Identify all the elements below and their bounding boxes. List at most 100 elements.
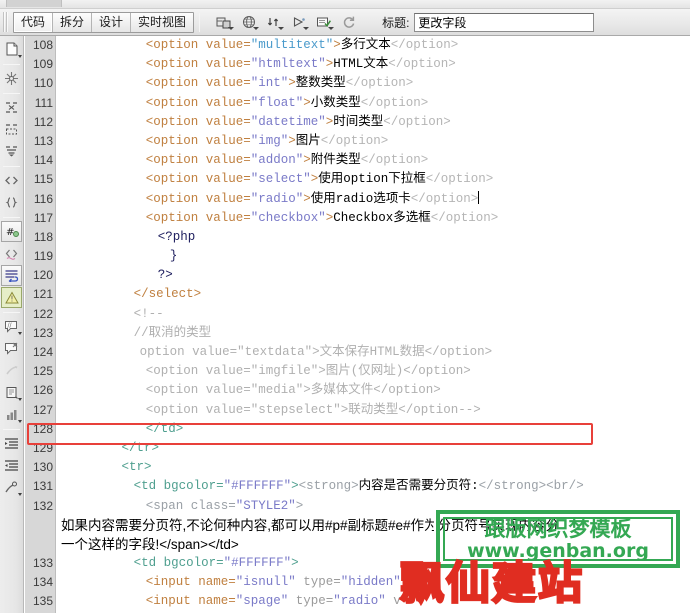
svg-text:!: ! (10, 294, 13, 303)
collapse-selection-icon[interactable] (1, 119, 22, 140)
code-line[interactable]: 130 <tr> (25, 458, 690, 477)
tab-live-view[interactable]: 实时视图 (131, 13, 193, 32)
code-line-content: //取消的类型 (133, 325, 212, 340)
open-documents-icon[interactable] (1, 39, 22, 60)
inspect-icon[interactable] (263, 12, 285, 33)
apply-comment-icon[interactable]: // (1, 316, 22, 337)
code-line[interactable]: 117 <option value="checkbox">Checkbox多选框<… (25, 209, 690, 228)
line-number: 123 (32, 325, 53, 340)
code-line[interactable]: 一个这样的字段!</span></td> (25, 535, 690, 554)
code-line[interactable]: 如果内容需要分页符,不论何种内容,都可以用#p#副标题#e#作为分页符号实现内容… (25, 516, 690, 535)
code-line[interactable]: 131 <td bgcolor="#FFFFFF"><strong>内容是否需要分… (25, 477, 690, 496)
code-line[interactable]: 122 <!-- (25, 305, 690, 324)
line-number: 118 (33, 229, 53, 244)
line-numbers-icon[interactable]: # (1, 221, 22, 242)
code-line[interactable]: 128 </td> (25, 420, 690, 439)
chevron-down-icon (253, 26, 260, 30)
outdent-code-icon[interactable] (1, 455, 22, 476)
code-line-content: <option value="radio">使用radio选项卡</option… (145, 190, 480, 206)
line-number: 129 (32, 440, 53, 455)
code-line[interactable]: 108 <option value="multitext">多行文本</optio… (25, 36, 690, 55)
code-line[interactable]: 111 <option value="float">小数类型</option> (25, 94, 690, 113)
highlight-invalid-code-icon[interactable] (1, 243, 22, 264)
line-number: 115 (33, 172, 53, 187)
line-number: 130 (32, 460, 53, 475)
code-line[interactable]: 126 <option value="media">多媒体文件</option> (25, 381, 690, 400)
code-line[interactable]: 124 option value="textdata">文本保存HTML数据</o… (25, 343, 690, 362)
tab-split[interactable]: 拆分 (53, 12, 93, 32)
chevron-down-icon (303, 26, 310, 30)
code-line[interactable]: 129 </tr> (25, 439, 690, 458)
toolbar-icon-group (213, 12, 360, 33)
validate-icon[interactable] (313, 12, 335, 33)
code-line-content: <option value="imgfile">图片(仅网址)</option> (145, 364, 471, 379)
code-line[interactable]: 123 //取消的类型 (25, 324, 690, 343)
recent-snippets-icon[interactable] (1, 382, 22, 403)
expand-all-icon[interactable] (1, 141, 22, 162)
browser-preview-icon[interactable] (238, 12, 260, 33)
select-parent-tag-icon[interactable] (1, 170, 22, 191)
balance-braces-icon[interactable] (1, 192, 22, 213)
line-number: 114 (33, 153, 53, 168)
chevron-down-icon (228, 26, 235, 30)
code-line-content: <option value="datetime">时间类型</option> (145, 114, 451, 129)
wrap-tag-icon[interactable] (1, 360, 22, 381)
word-wrap-icon[interactable] (1, 265, 22, 286)
page-title-label: 标题: (382, 15, 410, 30)
code-line[interactable]: 125 <option value="imgfile">图片(仅网址)</opti… (25, 362, 690, 381)
code-line[interactable]: 120 ?> (25, 266, 690, 285)
toolbar-separator (199, 12, 201, 32)
code-line-content: </tr> (121, 440, 160, 455)
code-line-content: <option value="img">图片</option> (145, 133, 389, 148)
code-line-content: <option value="media">多媒体文件</option> (145, 383, 441, 398)
code-line-content: <option value="checkbox">Checkbox多选框</op… (145, 210, 499, 225)
collapse-full-tag-icon[interactable] (1, 97, 22, 118)
document-tab[interactable] (6, 0, 62, 7)
live-code-icon[interactable] (213, 12, 235, 33)
line-number: 109 (32, 57, 53, 72)
code-line[interactable]: 114 <option value="addon">附件类型</option> (25, 151, 690, 170)
snippets-icon[interactable] (1, 68, 22, 89)
code-line[interactable]: 135 <input name="spage" type="radio" v (25, 592, 690, 611)
tab-code[interactable]: 代码 (14, 12, 54, 32)
line-number: 121 (32, 287, 53, 302)
move-to-top-icon[interactable] (1, 404, 22, 425)
code-line[interactable]: 121 </select> (25, 285, 690, 304)
code-line[interactable]: 127 <option value="stepselect">联动类型</opti… (25, 401, 690, 420)
toolbar-drag-grip[interactable] (2, 12, 9, 32)
line-number: 120 (32, 268, 53, 283)
code-line[interactable]: 115 <option value="select">使用option下拉框</o… (25, 170, 690, 189)
line-number: 134 (32, 575, 53, 590)
format-source-code-icon[interactable] (1, 477, 22, 498)
live-view-options-icon[interactable] (288, 12, 310, 33)
code-editor[interactable]: 108 <option value="multitext">多行文本</optio… (25, 36, 690, 613)
code-line[interactable]: 116 <option value="radio">使用radio选项卡</opt… (25, 190, 690, 209)
syntax-error-alerts-icon[interactable]: ! (1, 287, 22, 308)
code-line[interactable]: 112 <option value="datetime">时间类型</option… (25, 113, 690, 132)
tab-design[interactable]: 设计 (92, 12, 132, 32)
line-number: 132 (32, 498, 53, 513)
line-number: 124 (32, 345, 53, 359)
indent-code-icon[interactable] (1, 433, 22, 454)
code-line[interactable]: 113 <option value="img">图片</option> (25, 132, 690, 151)
code-text-area[interactable]: 108 <option value="multitext">多行文本</optio… (25, 36, 690, 613)
line-number: 116 (33, 191, 53, 206)
line-number: 133 (32, 556, 53, 571)
refresh-icon[interactable] (338, 12, 360, 33)
code-line[interactable]: 133 <td bgcolor="#FFFFFF"> (25, 554, 690, 573)
page-title-input[interactable] (414, 12, 595, 32)
code-line[interactable]: 134 <input name="isnull" type="hidden" v (25, 573, 690, 592)
code-line-content: <option value="select">使用option下拉框</opti… (145, 172, 494, 187)
chevron-down-icon (278, 26, 285, 30)
code-line-content: </select> (133, 287, 202, 302)
code-line[interactable]: 118 <?php (25, 228, 690, 247)
code-line[interactable]: 132 <span class="STYLE2"> (25, 497, 690, 516)
rail-separator (3, 429, 20, 430)
code-line[interactable]: 119} (25, 247, 690, 266)
chevron-down-icon (18, 420, 22, 423)
line-number: 119 (33, 249, 53, 264)
code-line-content: <option value="htmltext">HTML文本</option> (145, 57, 456, 72)
code-line[interactable]: 109 <option value="htmltext">HTML文本</opti… (25, 55, 690, 74)
code-line[interactable]: 110 <option value="int">整数类型</option> (25, 74, 690, 93)
remove-comment-icon[interactable] (1, 338, 22, 359)
